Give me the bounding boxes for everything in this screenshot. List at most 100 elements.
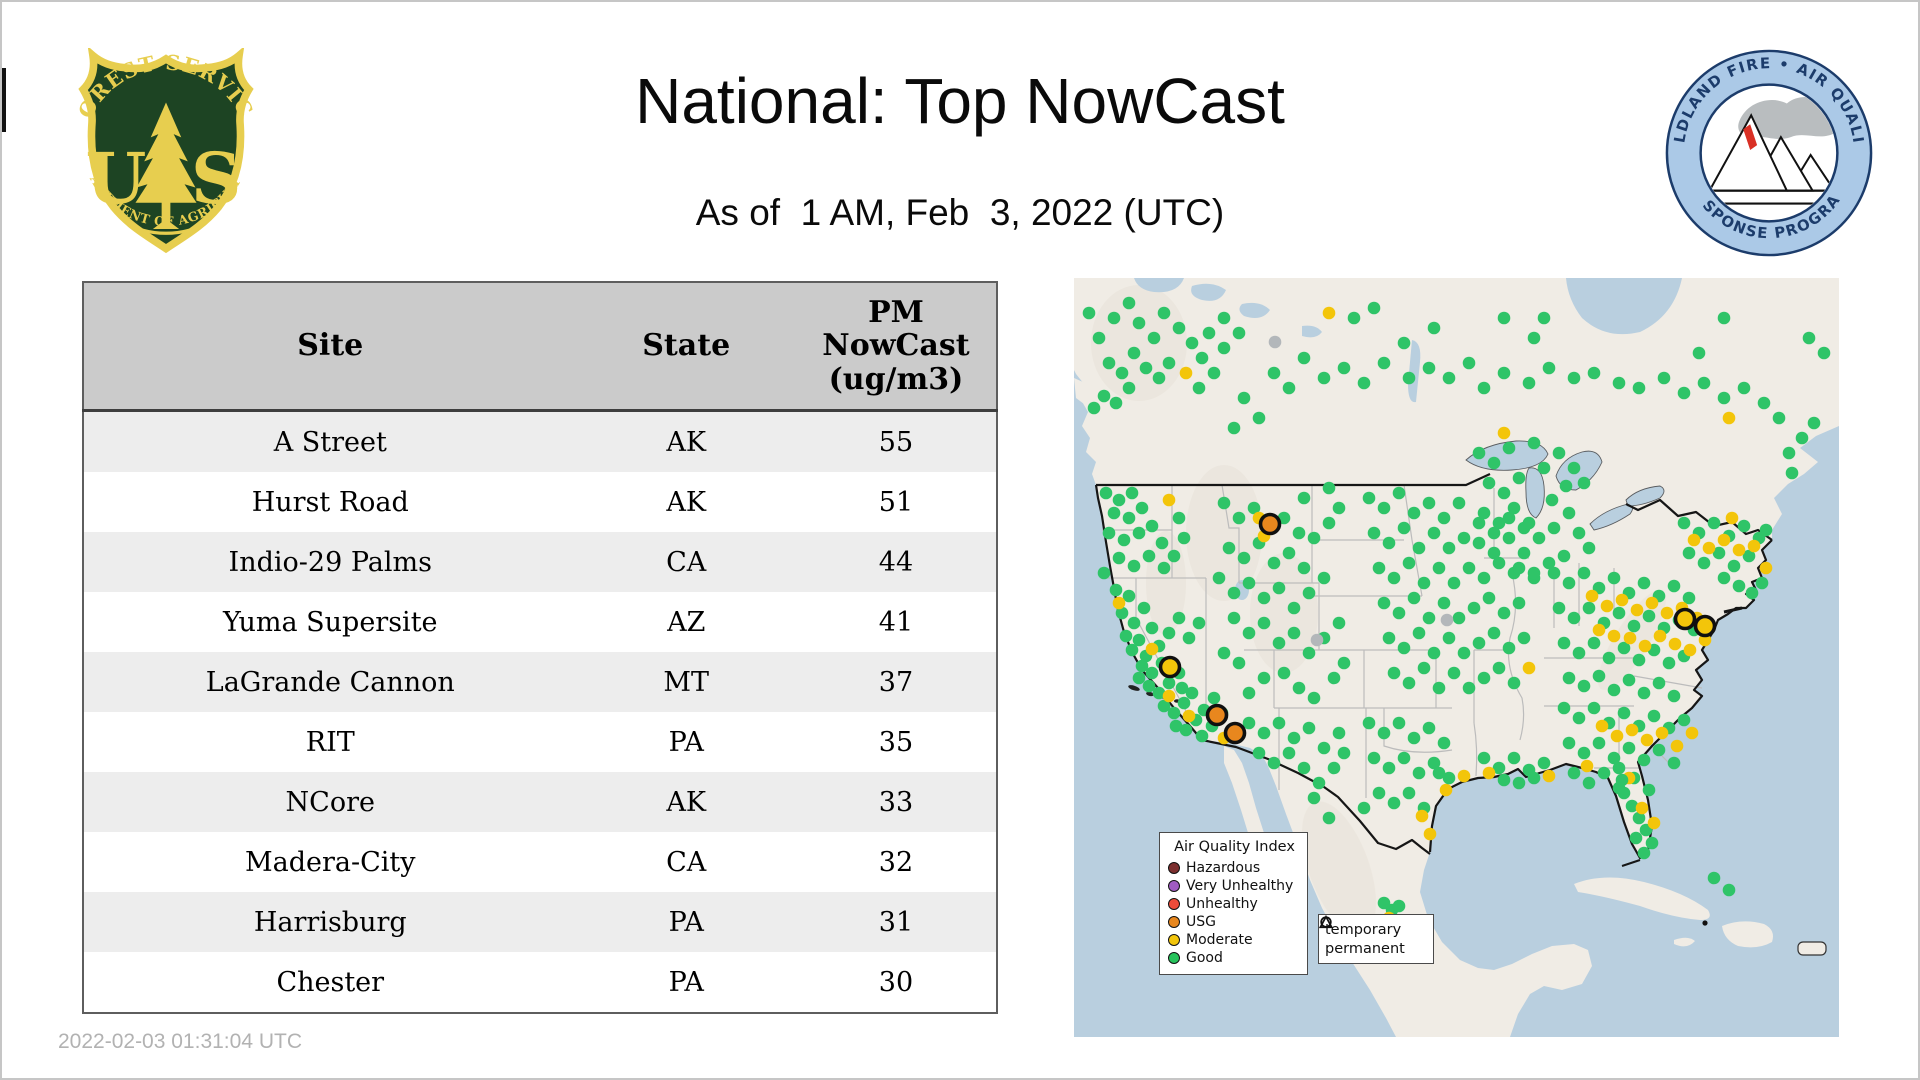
aqi-dot — [1237, 551, 1251, 565]
aqi-dot — [1557, 636, 1571, 650]
aqi-dot — [1637, 846, 1651, 860]
site-cell: Yuma Supersite — [223, 606, 438, 638]
aqi-dot — [1227, 611, 1241, 625]
aqi-dot — [1297, 351, 1311, 365]
aqi-dot — [1337, 361, 1351, 375]
aqi-dot — [1267, 756, 1281, 770]
value-cell: 55 — [878, 426, 914, 458]
aqi-dot — [1667, 689, 1681, 703]
aqi-map: Air Quality Index Hazardous Very Unhealth… — [1074, 278, 1839, 1037]
aqi-dot — [1117, 533, 1131, 547]
aqi-dot — [1307, 691, 1321, 705]
aqi-dot — [1302, 586, 1316, 600]
aqi-dot — [1517, 546, 1531, 560]
table-row: Indio-29 Palms CA 44 — [83, 532, 997, 592]
aqi-dot — [1347, 311, 1361, 325]
aqi-dot — [1547, 521, 1561, 535]
aqi-dot — [1507, 676, 1521, 690]
aqi-dot — [1322, 481, 1336, 495]
aqi-dot — [1492, 661, 1506, 675]
aqi-legend-label: Hazardous — [1186, 860, 1261, 876]
aqi-dot — [1545, 493, 1559, 507]
aqi-dot — [1185, 336, 1199, 350]
aqi-dot — [1582, 601, 1596, 615]
value-cell: 32 — [878, 846, 914, 878]
state-cell: PA — [668, 726, 704, 758]
aqi-dot — [1667, 756, 1681, 770]
aqi-dot — [1607, 683, 1621, 697]
aqi-dot — [1507, 501, 1521, 515]
aqi-dot — [1795, 431, 1809, 445]
aqi-dot — [1195, 351, 1209, 365]
aqi-dot — [1437, 736, 1451, 750]
aqi-dot — [1497, 426, 1511, 440]
aqi-dot — [1282, 546, 1296, 560]
site-cell: Harrisburg — [253, 906, 407, 938]
aqi-color-swatch — [1168, 916, 1180, 928]
value-cell: 35 — [878, 726, 914, 758]
aqi-dot — [1407, 506, 1421, 520]
aqi-dot — [1725, 511, 1739, 525]
aqi-dot — [1717, 571, 1731, 585]
aqi-dot — [1257, 591, 1271, 605]
aqi-dot — [1502, 441, 1516, 455]
aqi-dot — [1685, 726, 1699, 740]
aqi-dot — [1132, 526, 1146, 540]
aqi-dot — [1512, 776, 1526, 790]
aqi-dot — [1292, 681, 1306, 695]
aqi-dot — [1642, 783, 1656, 797]
aqi-dot — [1422, 496, 1436, 510]
aqi-dot — [1692, 346, 1706, 360]
aqi-dot — [1452, 496, 1466, 510]
aqi-dot — [1217, 496, 1231, 510]
aqi-dot — [1537, 311, 1551, 325]
state-cell: CA — [666, 846, 707, 878]
aqi-dot — [1642, 609, 1656, 623]
aqi-dot — [1357, 376, 1371, 390]
aqi-dot — [1512, 471, 1526, 485]
aqi-dot — [1637, 686, 1651, 700]
aqi-dot — [1422, 721, 1436, 735]
aqi-color-swatch — [1168, 880, 1180, 892]
aqi-dot — [1367, 526, 1381, 540]
aqi-dot — [1732, 543, 1746, 557]
aqi-dot — [1635, 801, 1649, 815]
aqi-dot — [1367, 301, 1381, 315]
aqi-dot — [1337, 656, 1351, 670]
aqi-dot — [1782, 446, 1796, 460]
aqi-dot — [1337, 746, 1351, 760]
aqi-dot — [1382, 631, 1396, 645]
aqi-dot — [1107, 311, 1121, 325]
aqi-dot — [1582, 541, 1596, 555]
aqi-dot — [1595, 719, 1609, 733]
aqi-dot — [1167, 549, 1181, 563]
aqi-dot — [1402, 556, 1416, 570]
aqi-dot — [1527, 436, 1541, 450]
aqi-dot — [1152, 371, 1166, 385]
aqi-dot — [1412, 541, 1426, 555]
table-row: Yuma Supersite AZ 41 — [83, 592, 997, 652]
aqi-dot — [1177, 696, 1191, 710]
aqi-dot — [1432, 561, 1446, 575]
marker-legend-label: permanent — [1325, 940, 1405, 957]
aqi-dot — [1562, 576, 1576, 590]
permanent-marker-icon — [1319, 915, 1333, 929]
aqi-dot — [1707, 871, 1721, 885]
temporary-site-marker — [1205, 703, 1229, 727]
aqi-dot — [1272, 636, 1286, 650]
aqi-dot — [1542, 769, 1556, 783]
aqi-dot — [1592, 669, 1606, 683]
aqi-dot — [1759, 561, 1773, 575]
aqi-dot — [1440, 613, 1454, 627]
aqi-dot — [1310, 633, 1324, 647]
aqi-dot — [1423, 827, 1437, 841]
aqi-dot — [1442, 541, 1456, 555]
site-cell: LaGrande Cannon — [205, 666, 455, 698]
aqi-dot — [1145, 519, 1159, 533]
aqi-dot — [1755, 576, 1769, 590]
marker-legend-item: permanent — [1319, 915, 1427, 958]
table-row: NCore AK 33 — [83, 772, 997, 832]
aqi-dot — [1387, 571, 1401, 585]
aqi-dot — [1522, 376, 1536, 390]
aqi-dot — [1125, 486, 1139, 500]
